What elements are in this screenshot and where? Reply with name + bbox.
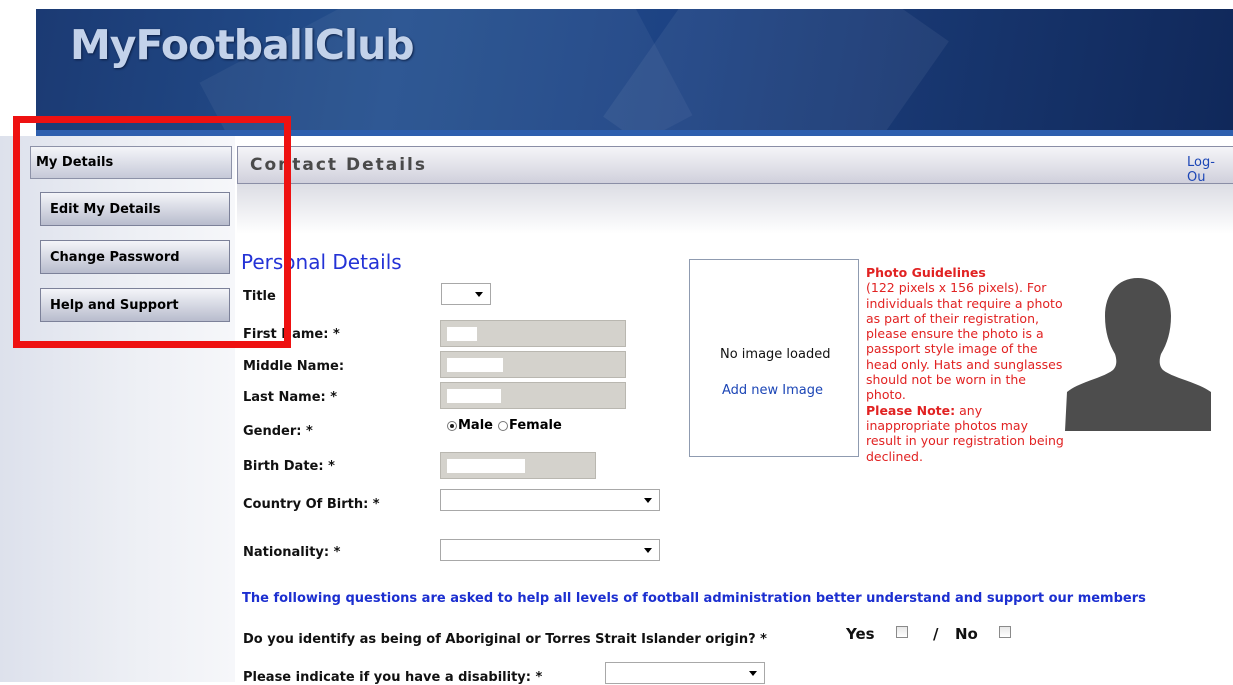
title-label: Title (243, 289, 276, 304)
redacted-value (447, 327, 477, 341)
nationality-select[interactable] (440, 539, 660, 561)
sidebar-heading-label: My Details (36, 155, 114, 170)
country-of-birth-label: Country Of Birth: * (243, 497, 380, 512)
chevron-down-icon (644, 548, 652, 553)
content-header-bar: Contact Details (237, 146, 1233, 184)
yes-no-separator: / (933, 625, 939, 643)
photo-guidelines: Photo Guidelines (122 pixels x 156 pixel… (866, 265, 1066, 464)
site-header: MyFootballClub (36, 9, 1233, 136)
nationality-label: Nationality: * (243, 545, 341, 560)
guidelines-text: (122 pixels x 156 pixels). For individua… (866, 280, 1063, 403)
change-password-button[interactable]: Change Password (40, 240, 230, 274)
page-title: Contact Details (250, 155, 427, 175)
redacted-value (447, 358, 503, 372)
last-name-field[interactable] (440, 382, 626, 409)
gender-female-label[interactable]: Female (509, 418, 562, 433)
birth-date-field[interactable] (440, 452, 596, 479)
yes-label: Yes (846, 625, 875, 643)
header-decoration (603, 9, 949, 136)
gender-male-label[interactable]: Male (458, 418, 493, 433)
chevron-down-icon (644, 498, 652, 503)
gender-female-radio[interactable] (498, 421, 508, 431)
country-of-birth-select[interactable] (440, 489, 660, 511)
section-title: Personal Details (241, 250, 402, 274)
no-label: No (955, 625, 978, 643)
chevron-down-icon (475, 292, 483, 297)
chevron-down-icon (749, 671, 757, 676)
content-header-shadow (237, 184, 1233, 234)
no-checkbox[interactable] (999, 626, 1011, 638)
disability-question-label: Please indicate if you have a disability… (243, 670, 543, 685)
sidebar-heading: My Details (30, 146, 232, 179)
avatar-silhouette-icon (1065, 264, 1211, 431)
sidebar-item-label: Change Password (50, 250, 180, 265)
disability-select[interactable] (605, 662, 765, 684)
yes-checkbox[interactable] (896, 626, 908, 638)
site-logo[interactable]: MyFootballClub (70, 21, 415, 69)
help-and-support-button[interactable]: Help and Support (40, 288, 230, 322)
title-select[interactable] (441, 283, 491, 305)
sidebar-item-label: Edit My Details (50, 202, 161, 217)
edit-my-details-button[interactable]: Edit My Details (40, 192, 230, 226)
first-name-field[interactable] (440, 320, 626, 347)
gender-male-radio[interactable] (447, 421, 457, 431)
middle-name-field[interactable] (440, 351, 626, 378)
gender-label: Gender: * (243, 424, 313, 439)
questions-intro: The following questions are asked to hel… (242, 591, 1146, 606)
birth-date-label: Birth Date: * (243, 459, 335, 474)
add-image-link[interactable]: Add new Image (722, 383, 823, 398)
sidebar-item-label: Help and Support (50, 298, 179, 313)
aboriginal-question-label: Do you identify as being of Aboriginal o… (243, 632, 767, 647)
middle-name-label: Middle Name: (243, 359, 345, 374)
redacted-value (447, 459, 525, 473)
no-image-text: No image loaded (720, 347, 831, 362)
redacted-value (447, 389, 501, 403)
first-name-label: First Name: * (243, 327, 340, 342)
guidelines-title: Photo Guidelines (866, 265, 986, 280)
logout-link[interactable]: Log-Ou (1187, 155, 1233, 185)
last-name-label: Last Name: * (243, 390, 338, 405)
note-title: Please Note: (866, 402, 956, 418)
